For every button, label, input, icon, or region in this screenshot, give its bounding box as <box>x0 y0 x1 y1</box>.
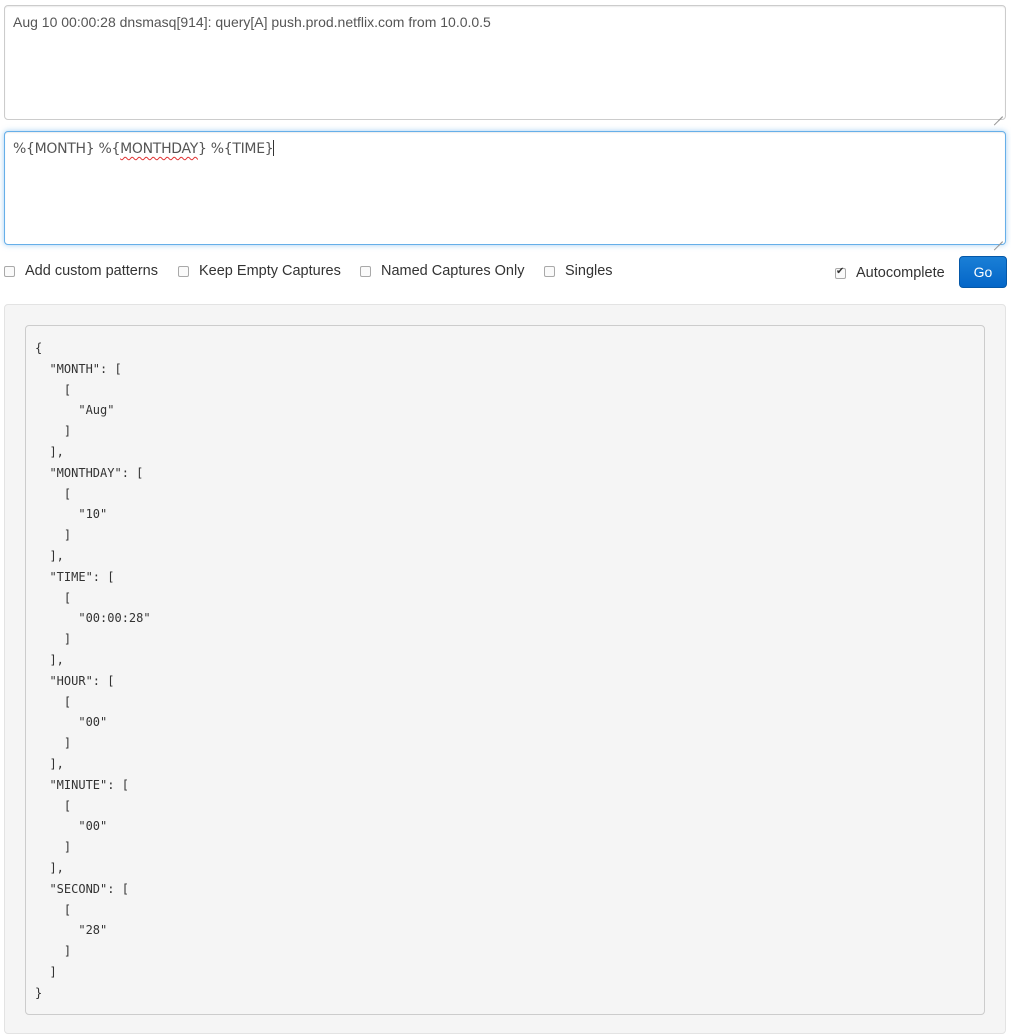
log-input-text: Aug 10 00:00:28 dnsmasq[914]: query[A] p… <box>13 14 491 30</box>
named-captures-only-option[interactable]: Named Captures Only <box>360 263 524 279</box>
keep-empty-captures-checkbox[interactable] <box>178 265 189 277</box>
spellcheck-word: MONTHDAY <box>120 141 198 157</box>
autocomplete-option[interactable]: Autocomplete <box>835 265 945 281</box>
go-button[interactable]: Go <box>959 256 1007 288</box>
pattern-text-part: } %{TIME} <box>197 141 274 157</box>
resize-grip-icon[interactable] <box>993 232 1003 242</box>
text-caret <box>273 140 275 156</box>
add-custom-patterns-label: Add custom patterns <box>25 263 158 279</box>
result-json-output: { "MONTH": [ [ "Aug" ] ], "MONTHDAY": [ … <box>25 325 985 1015</box>
keep-empty-captures-option[interactable]: Keep Empty Captures <box>178 263 341 279</box>
log-input-textarea[interactable]: Aug 10 00:00:28 dnsmasq[914]: query[A] p… <box>4 5 1006 120</box>
named-captures-only-label: Named Captures Only <box>381 263 525 279</box>
resize-grip-icon[interactable] <box>993 107 1003 117</box>
singles-option[interactable]: Singles <box>544 263 613 279</box>
keep-empty-captures-label: Keep Empty Captures <box>199 263 341 279</box>
autocomplete-checkbox[interactable] <box>835 266 846 279</box>
singles-checkbox[interactable] <box>544 265 555 277</box>
add-custom-patterns-option[interactable]: Add custom patterns <box>4 263 158 279</box>
singles-label: Singles <box>565 263 613 279</box>
pattern-text-part: %{MONTH} %{ <box>13 141 121 157</box>
named-captures-only-checkbox[interactable] <box>360 265 371 277</box>
autocomplete-label: Autocomplete <box>856 265 945 281</box>
pattern-input-textarea[interactable]: %{MONTH} %{MONTHDAY} %{TIME} <box>4 131 1006 245</box>
add-custom-patterns-checkbox[interactable] <box>4 265 15 277</box>
